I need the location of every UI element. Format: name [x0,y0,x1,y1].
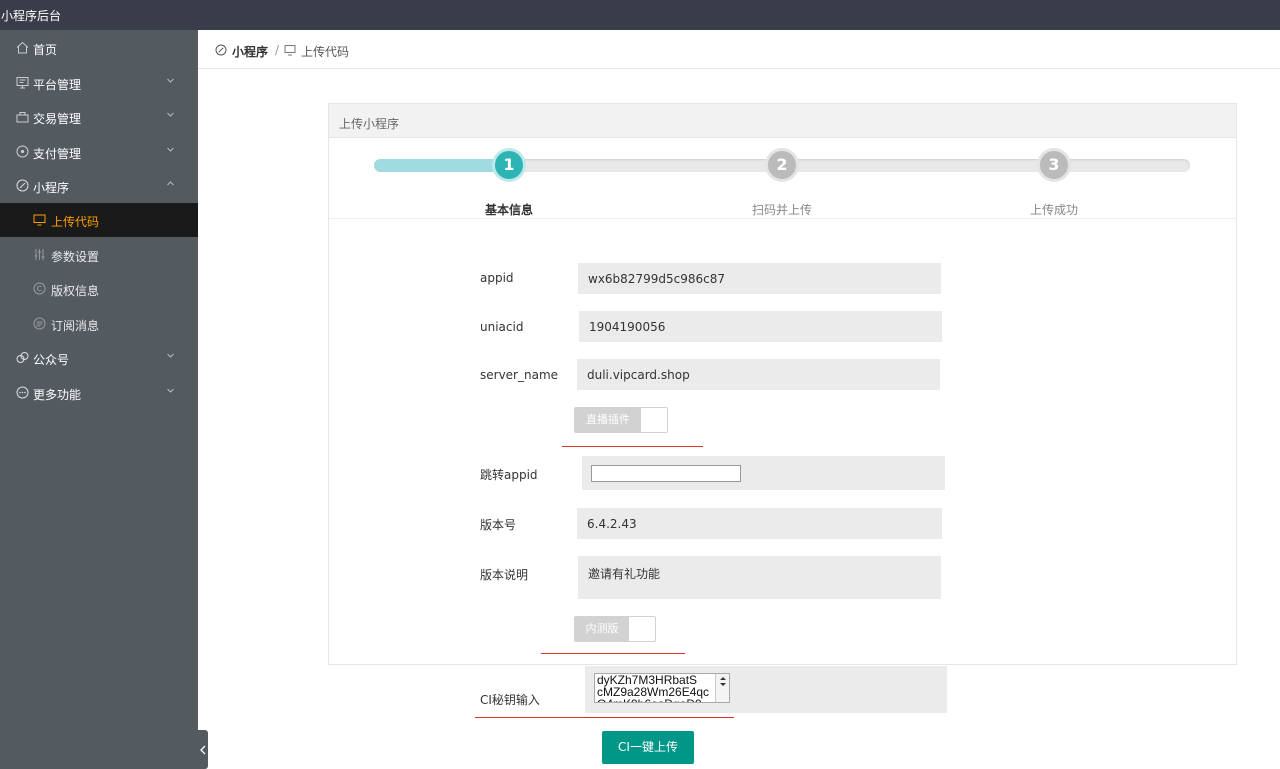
chevron-down-icon [167,147,174,152]
app-title: 小程序后台 [1,9,62,23]
payment-icon [16,145,29,158]
version-field[interactable]: 6.4.2.43 [577,508,942,539]
internal-test-switch[interactable]: 内测版 [574,616,656,642]
ci-key-text: dyKZh7M3HRbatS cMZ9a28Wm26E4qc O4mK9b6oa… [597,673,710,702]
official-account-icon [16,352,29,363]
miniprogram-icon [215,44,227,56]
jump-appid-input[interactable] [591,465,741,482]
appid-field[interactable]: wx6b82799d5c986c87 [578,263,941,294]
sidebar-item-label: 平台管理 [33,78,82,92]
uniacid-label: uniacid [480,320,524,334]
appid-label: appid [480,271,514,285]
sidebar-item-more[interactable]: 更多功能 [0,376,198,410]
sidebar-item-copyright[interactable]: 版权信息 [0,272,198,306]
sidebar-item-label: 参数设置 [51,250,100,264]
sidebar-item-home[interactable]: 首页 [0,31,198,65]
textarea-scrollbar[interactable] [715,674,729,702]
sidebar-item-miniprogram[interactable]: 小程序 [0,169,198,203]
annotation-underline [475,717,734,718]
more-icon [16,386,29,399]
step-progress-fill [374,159,509,172]
sidebar-item-trade[interactable]: 交易管理 [0,100,198,134]
sidebar-item-label: 首页 [33,43,58,57]
step-divider [329,218,1236,219]
sidebar-item-platform[interactable]: 平台管理 [0,66,198,100]
step-1-label: 基本信息 [485,203,534,217]
live-plugin-switch[interactable]: 直播插件 [574,407,668,433]
server-name-field[interactable]: duli.vipcard.shop [577,359,940,390]
sidebar-item-label: 版权信息 [51,284,100,298]
sidebar-item-upload-code[interactable]: 上传代码 [0,203,198,237]
version-label: 版本号 [480,518,517,532]
chevron-up-icon [167,181,174,186]
miniprogram-icon [16,179,29,192]
sidebar: 首页 平台管理 交易管理 支付管理 小程序 上传代码 参数设置 版权信息 订阅消… [0,30,198,769]
sidebar-item-params[interactable]: 参数设置 [0,238,198,272]
version-desc-label: 版本说明 [480,568,529,582]
upload-code-icon [284,45,296,56]
sidebar-item-official-account[interactable]: 公众号 [0,341,198,375]
sidebar-item-label: 公众号 [33,353,70,367]
internal-test-switch-label: 内测版 [575,617,629,641]
sidebar-item-payment[interactable]: 支付管理 [0,135,198,169]
sidebar-item-label: 上传代码 [51,215,100,229]
sidebar-item-label: 小程序 [33,181,70,195]
breadcrumb-separator: / [275,43,280,57]
chevron-down-icon [167,388,174,393]
home-icon [16,41,29,54]
ci-key-textarea[interactable]: dyKZh7M3HRbatS cMZ9a28Wm26E4qc O4mK9b6oa… [594,673,730,703]
chevron-down-icon [167,353,174,358]
server-name-label: server_name [480,368,559,382]
platform-icon [16,77,29,89]
chevron-down-icon [167,78,174,83]
ci-key-label: CI秘钥输入 [480,693,540,707]
step-2-dot: 2 [765,148,799,182]
jump-appid-label: 跳转appid [480,468,538,482]
sidebar-item-label: 交易管理 [33,112,82,126]
annotation-underline [541,653,685,654]
uniacid-field[interactable]: 1904190056 [579,311,942,342]
step-3-label: 上传成功 [1030,203,1079,217]
sidebar-item-label: 支付管理 [33,147,82,161]
top-bar: 小程序后台 [0,0,1280,30]
sidebar-collapse-button[interactable] [198,730,208,769]
subscribe-icon [33,317,46,330]
version-desc-field[interactable]: 邀请有礼功能 [578,556,941,599]
panel-title: 上传小程序 [339,117,400,131]
copyright-icon [33,282,46,295]
sliders-icon [34,249,45,260]
spinner-arrows-icon [720,677,726,686]
live-plugin-switch-label: 直播插件 [575,408,641,432]
sidebar-item-label: 订阅消息 [51,319,100,333]
chevron-down-icon [167,112,174,117]
breadcrumb: 小程序 / 上传代码 [198,30,1280,69]
breadcrumb-parent[interactable]: 小程序 [232,43,268,60]
trade-icon [16,112,29,123]
sidebar-item-subscribe[interactable]: 订阅消息 [0,307,198,341]
ci-upload-button[interactable]: CI一键上传 [602,731,694,764]
sidebar-item-label: 更多功能 [33,388,82,402]
upload-code-icon [33,214,46,226]
annotation-underline [562,446,703,447]
breadcrumb-current: 上传代码 [301,45,350,59]
panel-header: 上传小程序 [329,104,1236,138]
step-3-dot: 3 [1037,148,1071,182]
step-1-dot: 1 [492,148,526,182]
step-2-label: 扫码并上传 [752,203,813,217]
chevron-left-icon [200,745,206,755]
